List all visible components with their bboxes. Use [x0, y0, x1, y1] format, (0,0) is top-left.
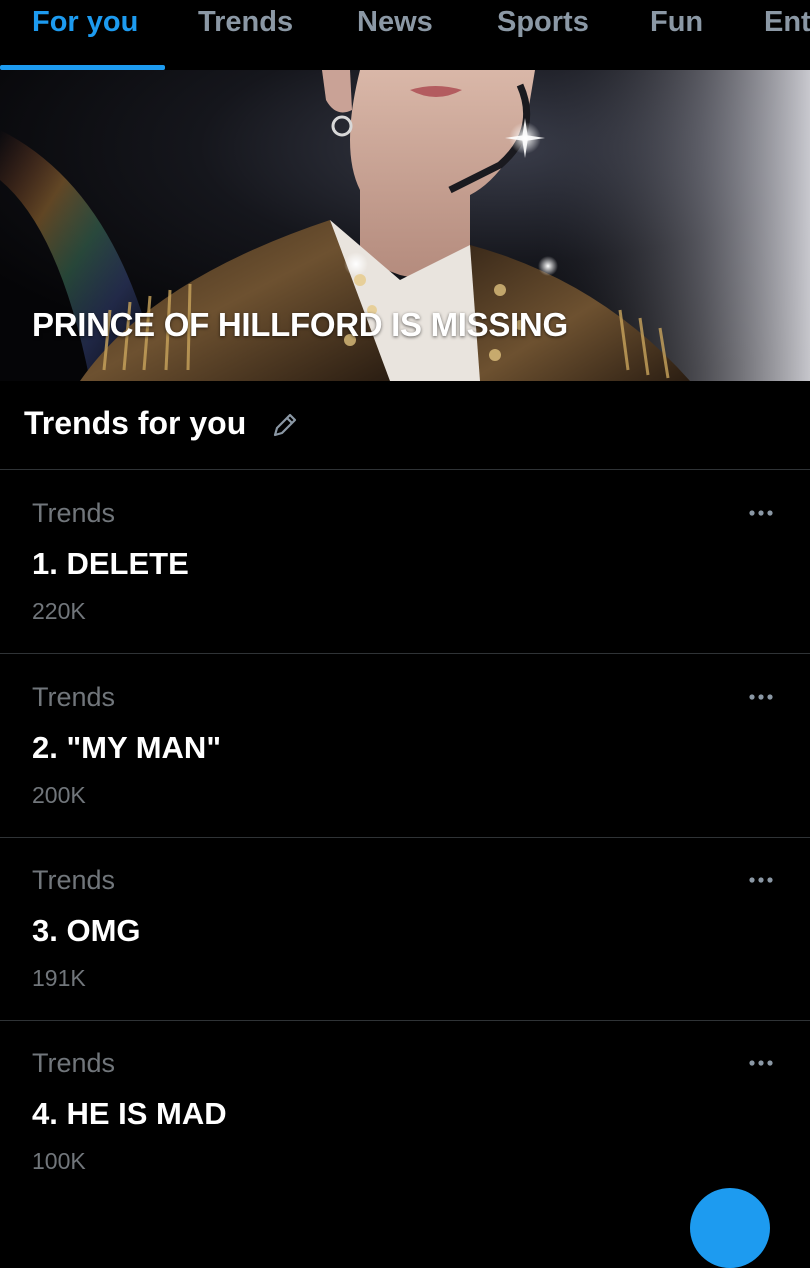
more-horizontal-icon[interactable] — [744, 684, 778, 710]
tab-fun[interactable]: Fun — [650, 0, 703, 70]
tab-trends[interactable]: Trends — [198, 0, 293, 70]
tab-news[interactable]: News — [357, 0, 433, 70]
compose-button[interactable] — [690, 1188, 770, 1268]
trend-item[interactable]: Trends 4. HE IS MAD 100K — [0, 1020, 810, 1204]
trend-context: Trends — [32, 682, 116, 712]
trend-context: Trends — [32, 1048, 116, 1078]
more-horizontal-icon[interactable] — [744, 500, 778, 526]
hero-headline: PRINCE OF HILLFORD IS MISSING — [32, 306, 568, 343]
tab-sports[interactable]: Sports — [497, 0, 589, 70]
trend-context: Trends — [32, 498, 116, 528]
tab-for-you[interactable]: For you — [32, 0, 138, 70]
pencil-icon[interactable] — [268, 408, 302, 442]
trend-count: 220K — [32, 598, 86, 624]
trend-name: 2. "MY MAN" — [32, 730, 222, 765]
trend-item[interactable]: Trends 3. OMG 191K — [0, 837, 810, 1021]
hero-event-card[interactable]: PRINCE OF HILLFORD IS MISSING — [0, 70, 810, 381]
trend-count: 100K — [32, 1148, 86, 1174]
more-horizontal-icon[interactable] — [744, 867, 778, 893]
trend-name: 1. DELETE — [32, 546, 189, 581]
trends-section-header: Trends for you — [0, 381, 810, 470]
explore-tab-bar: For you Trends News Sports Fun Ent — [0, 0, 810, 70]
trend-name: 4. HE IS MAD — [32, 1096, 227, 1131]
section-title: Trends for you — [24, 405, 247, 441]
trend-item[interactable]: Trends 2. "MY MAN" 200K — [0, 654, 810, 838]
trend-name: 3. OMG — [32, 913, 141, 948]
trend-item[interactable]: Trends 1. DELETE 220K — [0, 470, 810, 654]
trend-context: Trends — [32, 865, 116, 895]
trend-count: 200K — [32, 782, 86, 808]
tab-ent[interactable]: Ent — [764, 0, 810, 70]
trend-count: 191K — [32, 965, 86, 991]
more-horizontal-icon[interactable] — [744, 1050, 778, 1076]
